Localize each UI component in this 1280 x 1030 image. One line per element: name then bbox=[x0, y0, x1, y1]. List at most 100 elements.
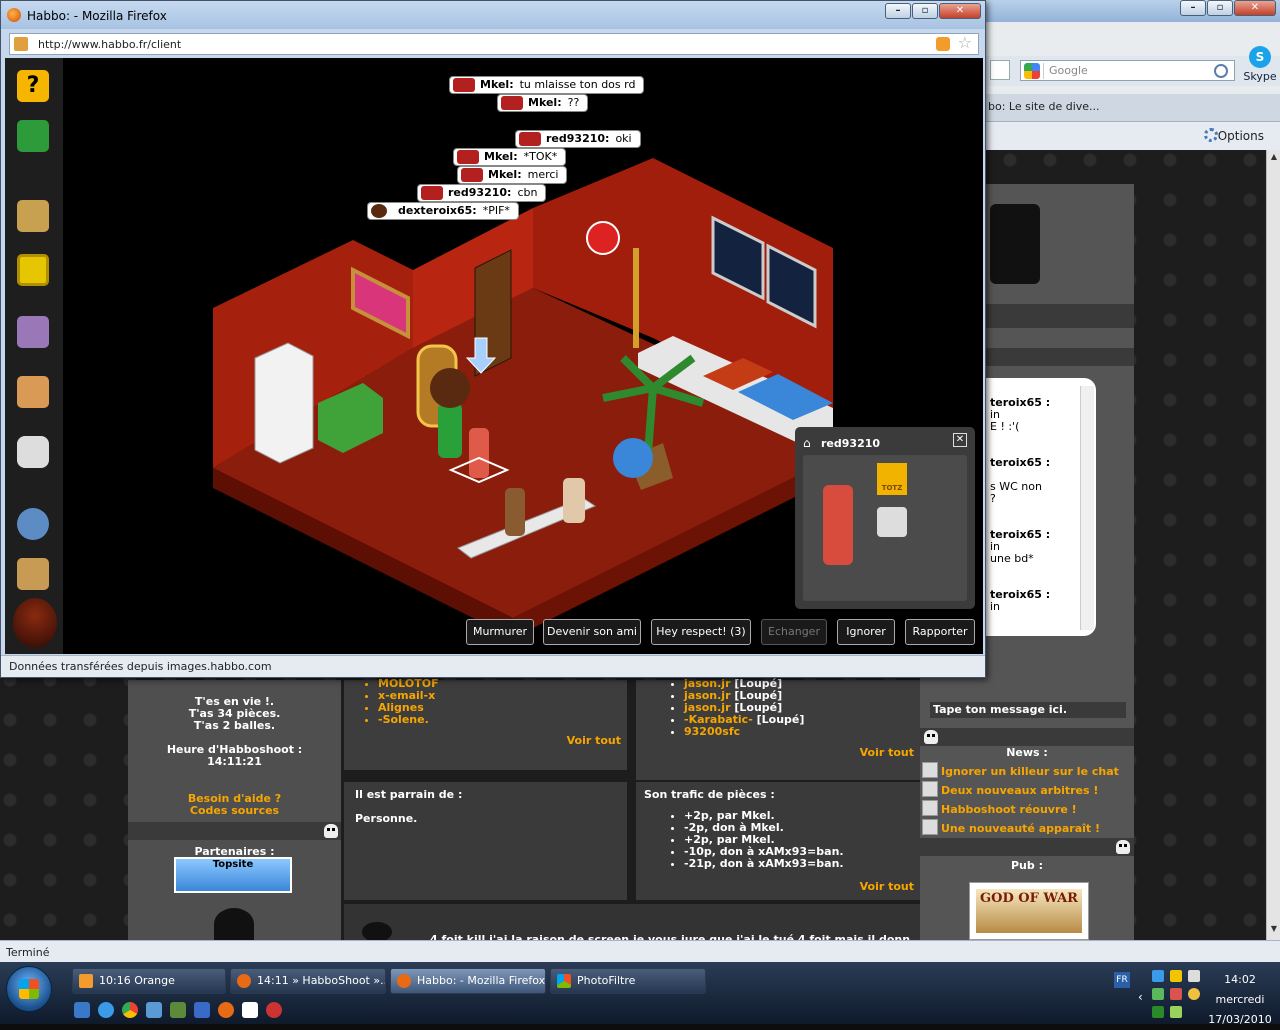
news-item[interactable]: Habboshoot réouvre ! bbox=[941, 803, 1077, 816]
minimize-button[interactable]: – bbox=[1180, 0, 1206, 16]
skull-icon bbox=[924, 730, 938, 744]
firefox-statusbar: Données transférées depuis images.habbo.… bbox=[1, 655, 985, 677]
minimize-button[interactable]: – bbox=[885, 3, 911, 19]
see-all-link[interactable]: Voir tout bbox=[860, 880, 914, 893]
badge-icon bbox=[877, 507, 907, 537]
news-item[interactable]: Deux nouveaux arbitres ! bbox=[941, 784, 1098, 797]
network-icon[interactable] bbox=[194, 1002, 210, 1018]
news-icon bbox=[922, 819, 938, 835]
report-button[interactable]: Rapporter bbox=[905, 619, 975, 645]
network-icon[interactable] bbox=[1188, 970, 1200, 982]
firefox-icon bbox=[7, 8, 21, 22]
news-item[interactable]: Une nouveauté apparaît ! bbox=[941, 822, 1100, 835]
url-bar[interactable]: http://www.habbo.fr/client ☆ bbox=[9, 33, 979, 55]
habbo-toolbar: ? bbox=[5, 58, 63, 654]
search-icon[interactable] bbox=[1214, 63, 1228, 78]
own-avatar[interactable] bbox=[13, 598, 57, 648]
start-button[interactable] bbox=[6, 966, 52, 1012]
list-item[interactable]: 93200sfc bbox=[684, 726, 804, 738]
user-name: red93210 bbox=[821, 437, 881, 450]
window-controls: – ▫ ✕ bbox=[885, 3, 981, 19]
chat-message-input[interactable]: Tape ton message ici. bbox=[930, 702, 1126, 718]
ad-banner[interactable]: GOD OF WAR bbox=[969, 882, 1089, 940]
whisper-button[interactable]: Murmurer bbox=[466, 619, 534, 645]
maximize-button[interactable]: ▫ bbox=[1207, 0, 1233, 16]
tray-icon[interactable] bbox=[1152, 970, 1164, 982]
tray-icon[interactable] bbox=[1152, 1006, 1164, 1018]
furniture-icon[interactable] bbox=[17, 558, 49, 590]
taskbar-item[interactable]: 10:16 Orange bbox=[72, 968, 226, 994]
messenger-icon[interactable] bbox=[1188, 988, 1200, 1000]
news-icon bbox=[922, 800, 938, 816]
list-item[interactable]: -Solene. bbox=[378, 714, 439, 726]
search-icon[interactable] bbox=[17, 508, 49, 540]
scroll-down-icon[interactable]: ▼ bbox=[1267, 924, 1280, 938]
sponsor-panel: Il est parrain de : Personne. bbox=[344, 782, 627, 900]
tray-icon[interactable] bbox=[1152, 988, 1164, 1000]
rss-icon[interactable] bbox=[936, 37, 950, 51]
rooms-icon[interactable] bbox=[17, 254, 49, 286]
trade-button[interactable]: Echanger bbox=[761, 619, 827, 645]
stop-sign bbox=[586, 221, 620, 255]
news-item[interactable]: Ignorer un killeur sur le chat bbox=[941, 765, 1119, 778]
taskbar-item[interactable]: 14:11 » HabboShoot »... bbox=[230, 968, 386, 994]
document-icon[interactable] bbox=[242, 1002, 258, 1018]
chrome-icon[interactable] bbox=[122, 1002, 138, 1018]
background-tab[interactable]: bo: Le site de dive... bbox=[988, 100, 1198, 113]
maximize-button[interactable]: ▫ bbox=[912, 3, 938, 19]
chat-bubble: Mkel: *TOK* bbox=[453, 148, 567, 166]
avatar[interactable] bbox=[505, 488, 525, 536]
show-desktop-icon[interactable] bbox=[74, 1002, 90, 1018]
language-indicator[interactable]: FR bbox=[1114, 972, 1130, 988]
add-friend-button[interactable]: Devenir son ami bbox=[543, 619, 641, 645]
background-statusbar: Terminé bbox=[0, 940, 1280, 962]
taskbar-item[interactable]: Habbo: - Mozilla Firefox bbox=[390, 968, 546, 994]
fridge bbox=[254, 342, 314, 464]
sources-link[interactable]: Codes sources bbox=[128, 805, 341, 817]
see-all-link[interactable]: Voir tout bbox=[860, 746, 914, 759]
system-clock[interactable]: 14:02 mercredi 17/03/2010 bbox=[1205, 970, 1275, 1030]
taskbar-item[interactable]: PhotoFiltre bbox=[550, 968, 706, 994]
skull-icon bbox=[1116, 840, 1130, 854]
bookmark-star-icon[interactable]: ☆ bbox=[958, 35, 972, 51]
chevron-left-icon[interactable]: ‹ bbox=[1138, 990, 1143, 1004]
skype-button[interactable]: S Skype bbox=[1242, 46, 1278, 83]
search-box[interactable]: Google bbox=[1020, 60, 1235, 81]
shield-icon[interactable] bbox=[1170, 970, 1182, 982]
user-info-card: ⌂ red93210 ✕ TOTZ bbox=[795, 427, 975, 609]
topsite-banner[interactable]: Topsite bbox=[174, 857, 292, 893]
avatar[interactable] bbox=[563, 478, 585, 523]
options-button[interactable]: Options bbox=[1218, 129, 1264, 143]
home-icon: ⌂ bbox=[803, 436, 811, 450]
avatar-red93210[interactable] bbox=[469, 428, 489, 478]
catalog-icon[interactable] bbox=[17, 316, 49, 348]
exit-icon[interactable] bbox=[17, 120, 49, 152]
ie-icon[interactable] bbox=[98, 1002, 114, 1018]
skype-icon: S bbox=[1249, 46, 1271, 68]
help-icon[interactable]: ? bbox=[17, 70, 49, 102]
firefox-icon[interactable] bbox=[218, 1002, 234, 1018]
url-dropdown[interactable] bbox=[990, 60, 1010, 80]
users-icon[interactable] bbox=[170, 1002, 186, 1018]
close-button[interactable]: ✕ bbox=[1234, 0, 1276, 16]
ignore-button[interactable]: Ignorer bbox=[837, 619, 895, 645]
volume-icon[interactable] bbox=[1170, 1006, 1182, 1018]
search-icon[interactable] bbox=[146, 1002, 162, 1018]
respect-button[interactable]: Hey respect! (3) bbox=[651, 619, 751, 645]
orange-icon bbox=[79, 974, 93, 988]
avatar-dexteroix65[interactable] bbox=[438, 403, 462, 458]
hotel-icon[interactable] bbox=[17, 200, 49, 232]
see-all-link[interactable]: Voir tout bbox=[567, 734, 621, 747]
site-scrollbar[interactable]: ▲ ▼ bbox=[1266, 150, 1280, 940]
message-text: 4 foit kill j'ai la raison de screen je … bbox=[430, 933, 910, 940]
close-icon[interactable]: ✕ bbox=[953, 433, 967, 447]
scroll-up-icon[interactable]: ▲ bbox=[1267, 152, 1280, 166]
media-icon[interactable] bbox=[266, 1002, 282, 1018]
sponsor-title: Il est parrain de : bbox=[355, 788, 463, 801]
options-bar: Options bbox=[986, 124, 1280, 150]
close-button[interactable]: ✕ bbox=[939, 3, 981, 19]
chat-scrollbar[interactable] bbox=[1080, 386, 1094, 630]
inventory-icon[interactable] bbox=[17, 376, 49, 408]
tray-icon[interactable] bbox=[1170, 988, 1182, 1000]
messenger-icon[interactable] bbox=[17, 436, 49, 468]
